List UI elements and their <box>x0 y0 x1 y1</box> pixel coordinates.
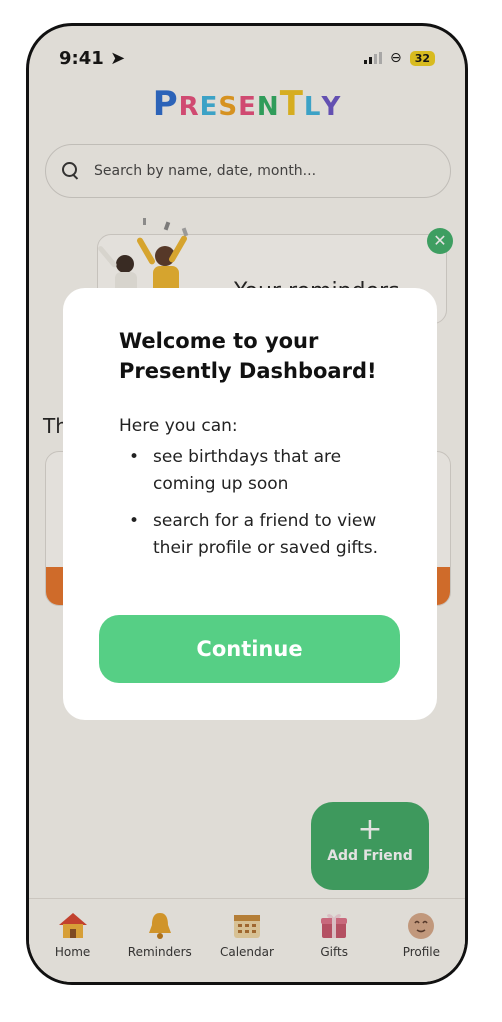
modal-feature-item: search for a friend to view their profil… <box>129 508 389 562</box>
phone-frame: 9:41 ➤ ⊖ 32 PRESENTLY Your reminders <box>26 23 468 985</box>
modal-feature-item: see birthdays that are coming up soon <box>129 444 389 498</box>
modal-title: Welcome to your Presently Dashboard! <box>119 329 377 383</box>
modal-intro: Here you can: <box>119 416 238 436</box>
continue-button[interactable]: Continue <box>99 615 400 683</box>
welcome-modal: Welcome to your Presently Dashboard! Her… <box>63 288 437 720</box>
dashboard-screen: 9:41 ➤ ⊖ 32 PRESENTLY Your reminders <box>29 26 465 982</box>
modal-feature-list: see birthdays that are coming up soon se… <box>129 444 389 572</box>
